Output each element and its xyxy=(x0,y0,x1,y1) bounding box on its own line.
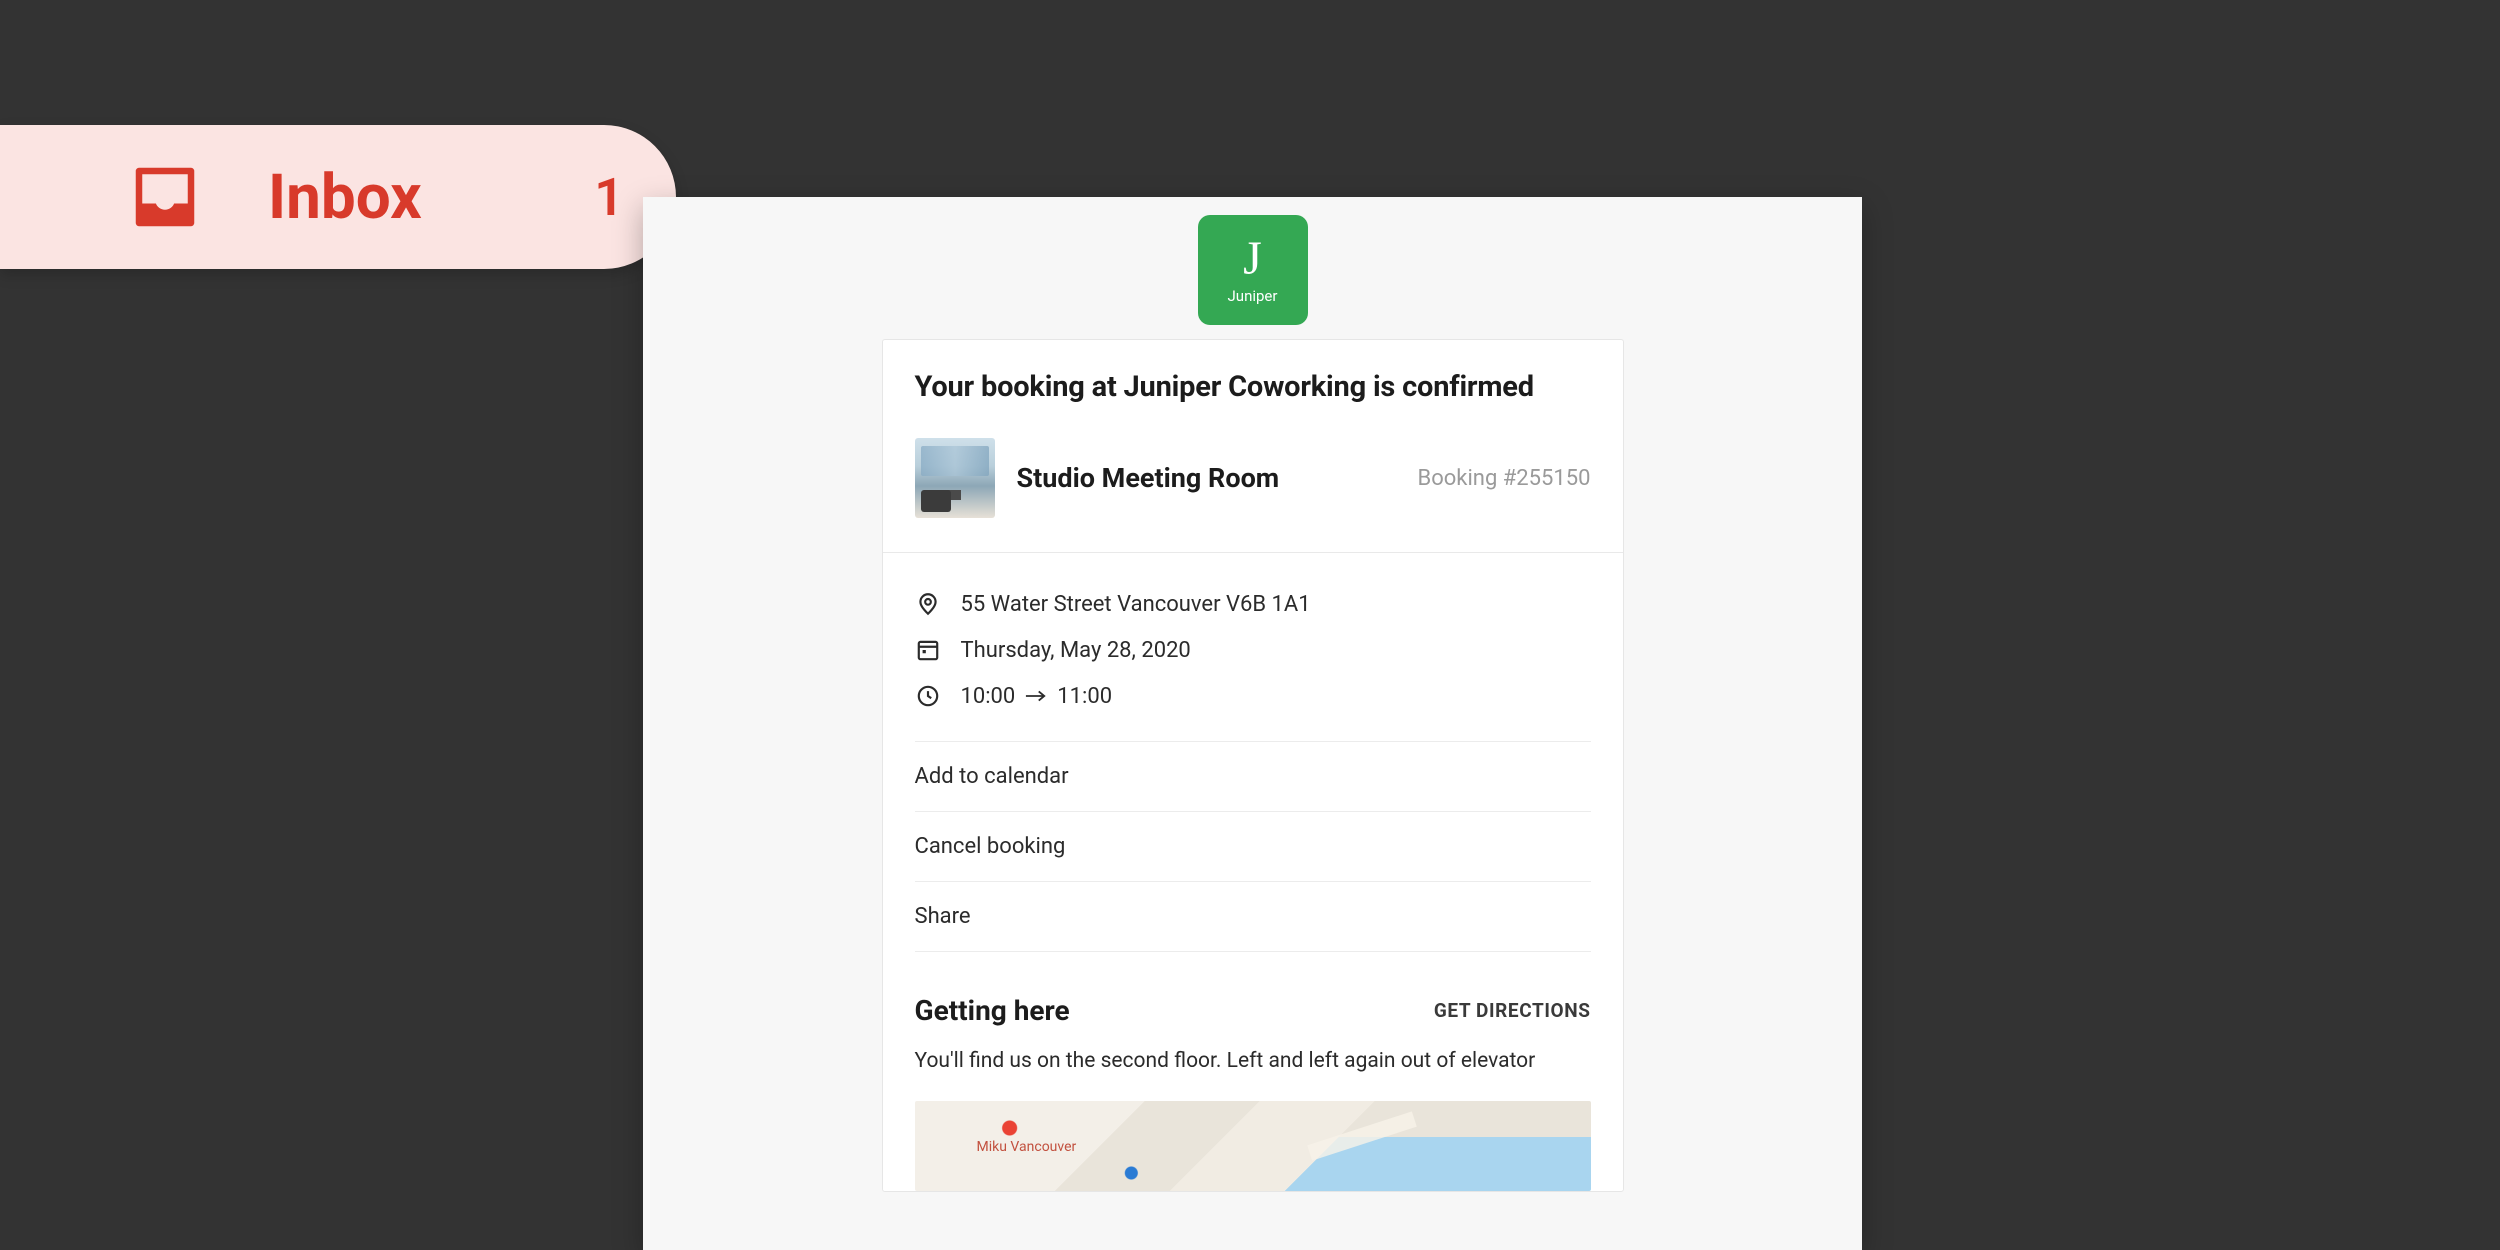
time-row: 10:00 11:00 xyxy=(915,673,1591,719)
date-row: Thursday, May 28, 2020 xyxy=(915,627,1591,673)
getting-here-description: You'll find us on the second floor. Left… xyxy=(915,1049,1591,1073)
booking-details: 55 Water Street Vancouver V6B 1A1 Thursd… xyxy=(883,553,1623,719)
room-name: Studio Meeting Room xyxy=(1017,462,1418,494)
address-text: 55 Water Street Vancouver V6B 1A1 xyxy=(961,592,1311,617)
share-link[interactable]: Share xyxy=(915,881,1591,952)
getting-here-section: Getting here GET DIRECTIONS You'll find … xyxy=(883,964,1623,1073)
brand-logo-letter: J xyxy=(1243,235,1262,283)
inbox-count-badge: 1 xyxy=(594,167,624,228)
inbox-pill[interactable]: Inbox 1 xyxy=(0,125,676,269)
email-panel: J Juniper Your booking at Juniper Cowork… xyxy=(643,197,1862,1250)
booking-number: Booking #255150 xyxy=(1418,466,1591,491)
map-preview[interactable] xyxy=(915,1101,1591,1191)
get-directions-button[interactable]: GET DIRECTIONS xyxy=(1434,999,1591,1022)
location-pin-icon xyxy=(915,591,941,617)
time-end: 11:00 xyxy=(1057,684,1112,709)
actions-list: Add to calendar Cancel booking Share xyxy=(883,737,1623,952)
confirmation-title: Your booking at Juniper Coworking is con… xyxy=(915,370,1591,404)
clock-icon xyxy=(915,683,941,709)
room-row: Studio Meeting Room Booking #255150 xyxy=(915,438,1591,552)
inbox-icon xyxy=(126,158,204,236)
brand-logo-name: Juniper xyxy=(1228,287,1278,305)
getting-here-title: Getting here xyxy=(915,994,1070,1027)
calendar-icon xyxy=(915,637,941,663)
room-thumbnail xyxy=(915,438,995,518)
add-to-calendar-link[interactable]: Add to calendar xyxy=(915,741,1591,811)
address-row: 55 Water Street Vancouver V6B 1A1 xyxy=(915,581,1591,627)
brand-logo: J Juniper xyxy=(1198,215,1308,325)
date-text: Thursday, May 28, 2020 xyxy=(961,638,1191,663)
arrow-right-icon xyxy=(1025,689,1047,703)
booking-card: Your booking at Juniper Coworking is con… xyxy=(882,339,1624,1192)
time-start: 10:00 xyxy=(961,684,1016,709)
inbox-label: Inbox xyxy=(268,161,594,234)
cancel-booking-link[interactable]: Cancel booking xyxy=(915,811,1591,881)
